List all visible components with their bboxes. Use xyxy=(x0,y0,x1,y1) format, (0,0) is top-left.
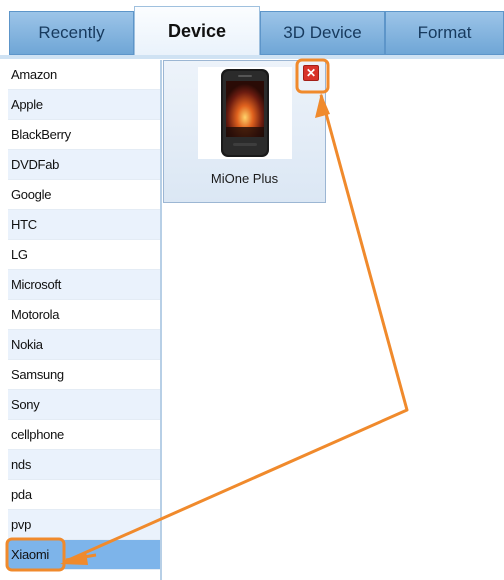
tab-bar: Recently Device 3D Device Format xyxy=(0,0,504,56)
device-card[interactable]: ✕ MiOne Plus xyxy=(163,60,326,203)
close-x-icon[interactable]: ✕ xyxy=(303,65,319,81)
brand-item-google[interactable]: Google xyxy=(8,180,160,210)
tab-divider xyxy=(0,55,504,59)
brand-item-nokia[interactable]: Nokia xyxy=(8,330,160,360)
brand-item-amazon[interactable]: Amazon xyxy=(8,60,160,90)
brand-item-blackberry[interactable]: BlackBerry xyxy=(8,120,160,150)
brand-item-cellphone[interactable]: cellphone xyxy=(8,420,160,450)
brand-item-microsoft[interactable]: Microsoft xyxy=(8,270,160,300)
brand-item-sony[interactable]: Sony xyxy=(8,390,160,420)
smartphone-icon xyxy=(198,67,292,159)
tab-3d-device[interactable]: 3D Device xyxy=(260,11,385,55)
brand-item-pvp[interactable]: pvp xyxy=(8,510,160,540)
brand-item-xiaomi[interactable]: Xiaomi xyxy=(8,540,160,570)
tab-recently[interactable]: Recently xyxy=(9,11,134,55)
brand-item-apple[interactable]: Apple xyxy=(8,90,160,120)
brand-item-dvdfab[interactable]: DVDFab xyxy=(8,150,160,180)
brand-item-pda[interactable]: pda xyxy=(8,480,160,510)
brand-item-nds[interactable]: nds xyxy=(8,450,160,480)
device-name: MiOne Plus xyxy=(210,171,279,186)
brand-item-htc[interactable]: HTC xyxy=(8,210,160,240)
tab-device[interactable]: Device xyxy=(134,6,260,56)
brand-list: Amazon Apple BlackBerry DVDFab Google HT… xyxy=(8,60,162,580)
tab-format[interactable]: Format xyxy=(385,11,504,55)
brand-item-lg[interactable]: LG xyxy=(8,240,160,270)
brand-item-samsung[interactable]: Samsung xyxy=(8,360,160,390)
brand-item-motorola[interactable]: Motorola xyxy=(8,300,160,330)
